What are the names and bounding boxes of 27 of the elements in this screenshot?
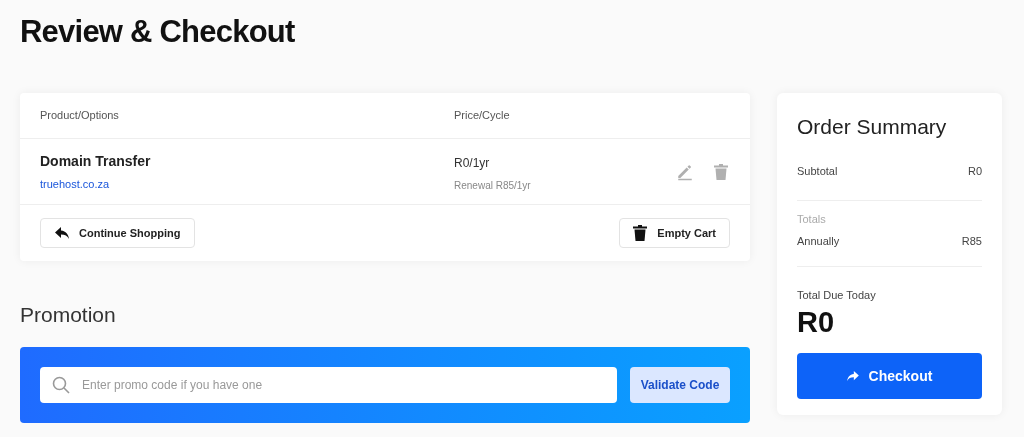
total-due-amount: R0 bbox=[797, 305, 836, 339]
subtotal-value: R0 bbox=[967, 164, 982, 179]
column-header: Product/Options bbox=[40, 108, 120, 124]
column-header: Price/Cycle bbox=[454, 108, 510, 124]
period-label: Annually bbox=[797, 234, 840, 249]
period-total: R85 bbox=[961, 234, 982, 249]
price-text: R0/1yr bbox=[454, 155, 491, 172]
promo-code-field[interactable]: Enter promo code if you have one bbox=[40, 367, 617, 403]
totals-label: Totals bbox=[797, 211, 827, 227]
search-icon bbox=[52, 376, 70, 394]
trash-icon-small bbox=[633, 225, 648, 241]
summary-title: Order Summary bbox=[797, 114, 948, 140]
renewal-text: Renewal R85/1yr bbox=[454, 179, 532, 193]
checkout-button[interactable]: Checkout bbox=[797, 353, 982, 399]
validate-code-button[interactable]: Validate Code bbox=[630, 367, 730, 403]
domain-link[interactable]: truehost.co.za bbox=[40, 175, 454, 193]
product-name: Domain Transfer bbox=[40, 151, 152, 171]
page-title: Review & Checkout bbox=[20, 13, 296, 51]
trash-icon[interactable] bbox=[714, 163, 728, 180]
continue-shopping-button[interactable]: Continue Shopping bbox=[40, 218, 196, 248]
pencil-icon[interactable] bbox=[676, 162, 694, 181]
subtotal-label: Subtotal bbox=[797, 164, 838, 179]
total-due-label: Total Due Today bbox=[797, 287, 877, 303]
empty-cart-button[interactable]: Empty Cart bbox=[619, 218, 730, 248]
section-heading: Promotion bbox=[20, 302, 117, 328]
reply-arrow-icon bbox=[55, 227, 69, 239]
share-arrow-icon bbox=[846, 371, 859, 381]
